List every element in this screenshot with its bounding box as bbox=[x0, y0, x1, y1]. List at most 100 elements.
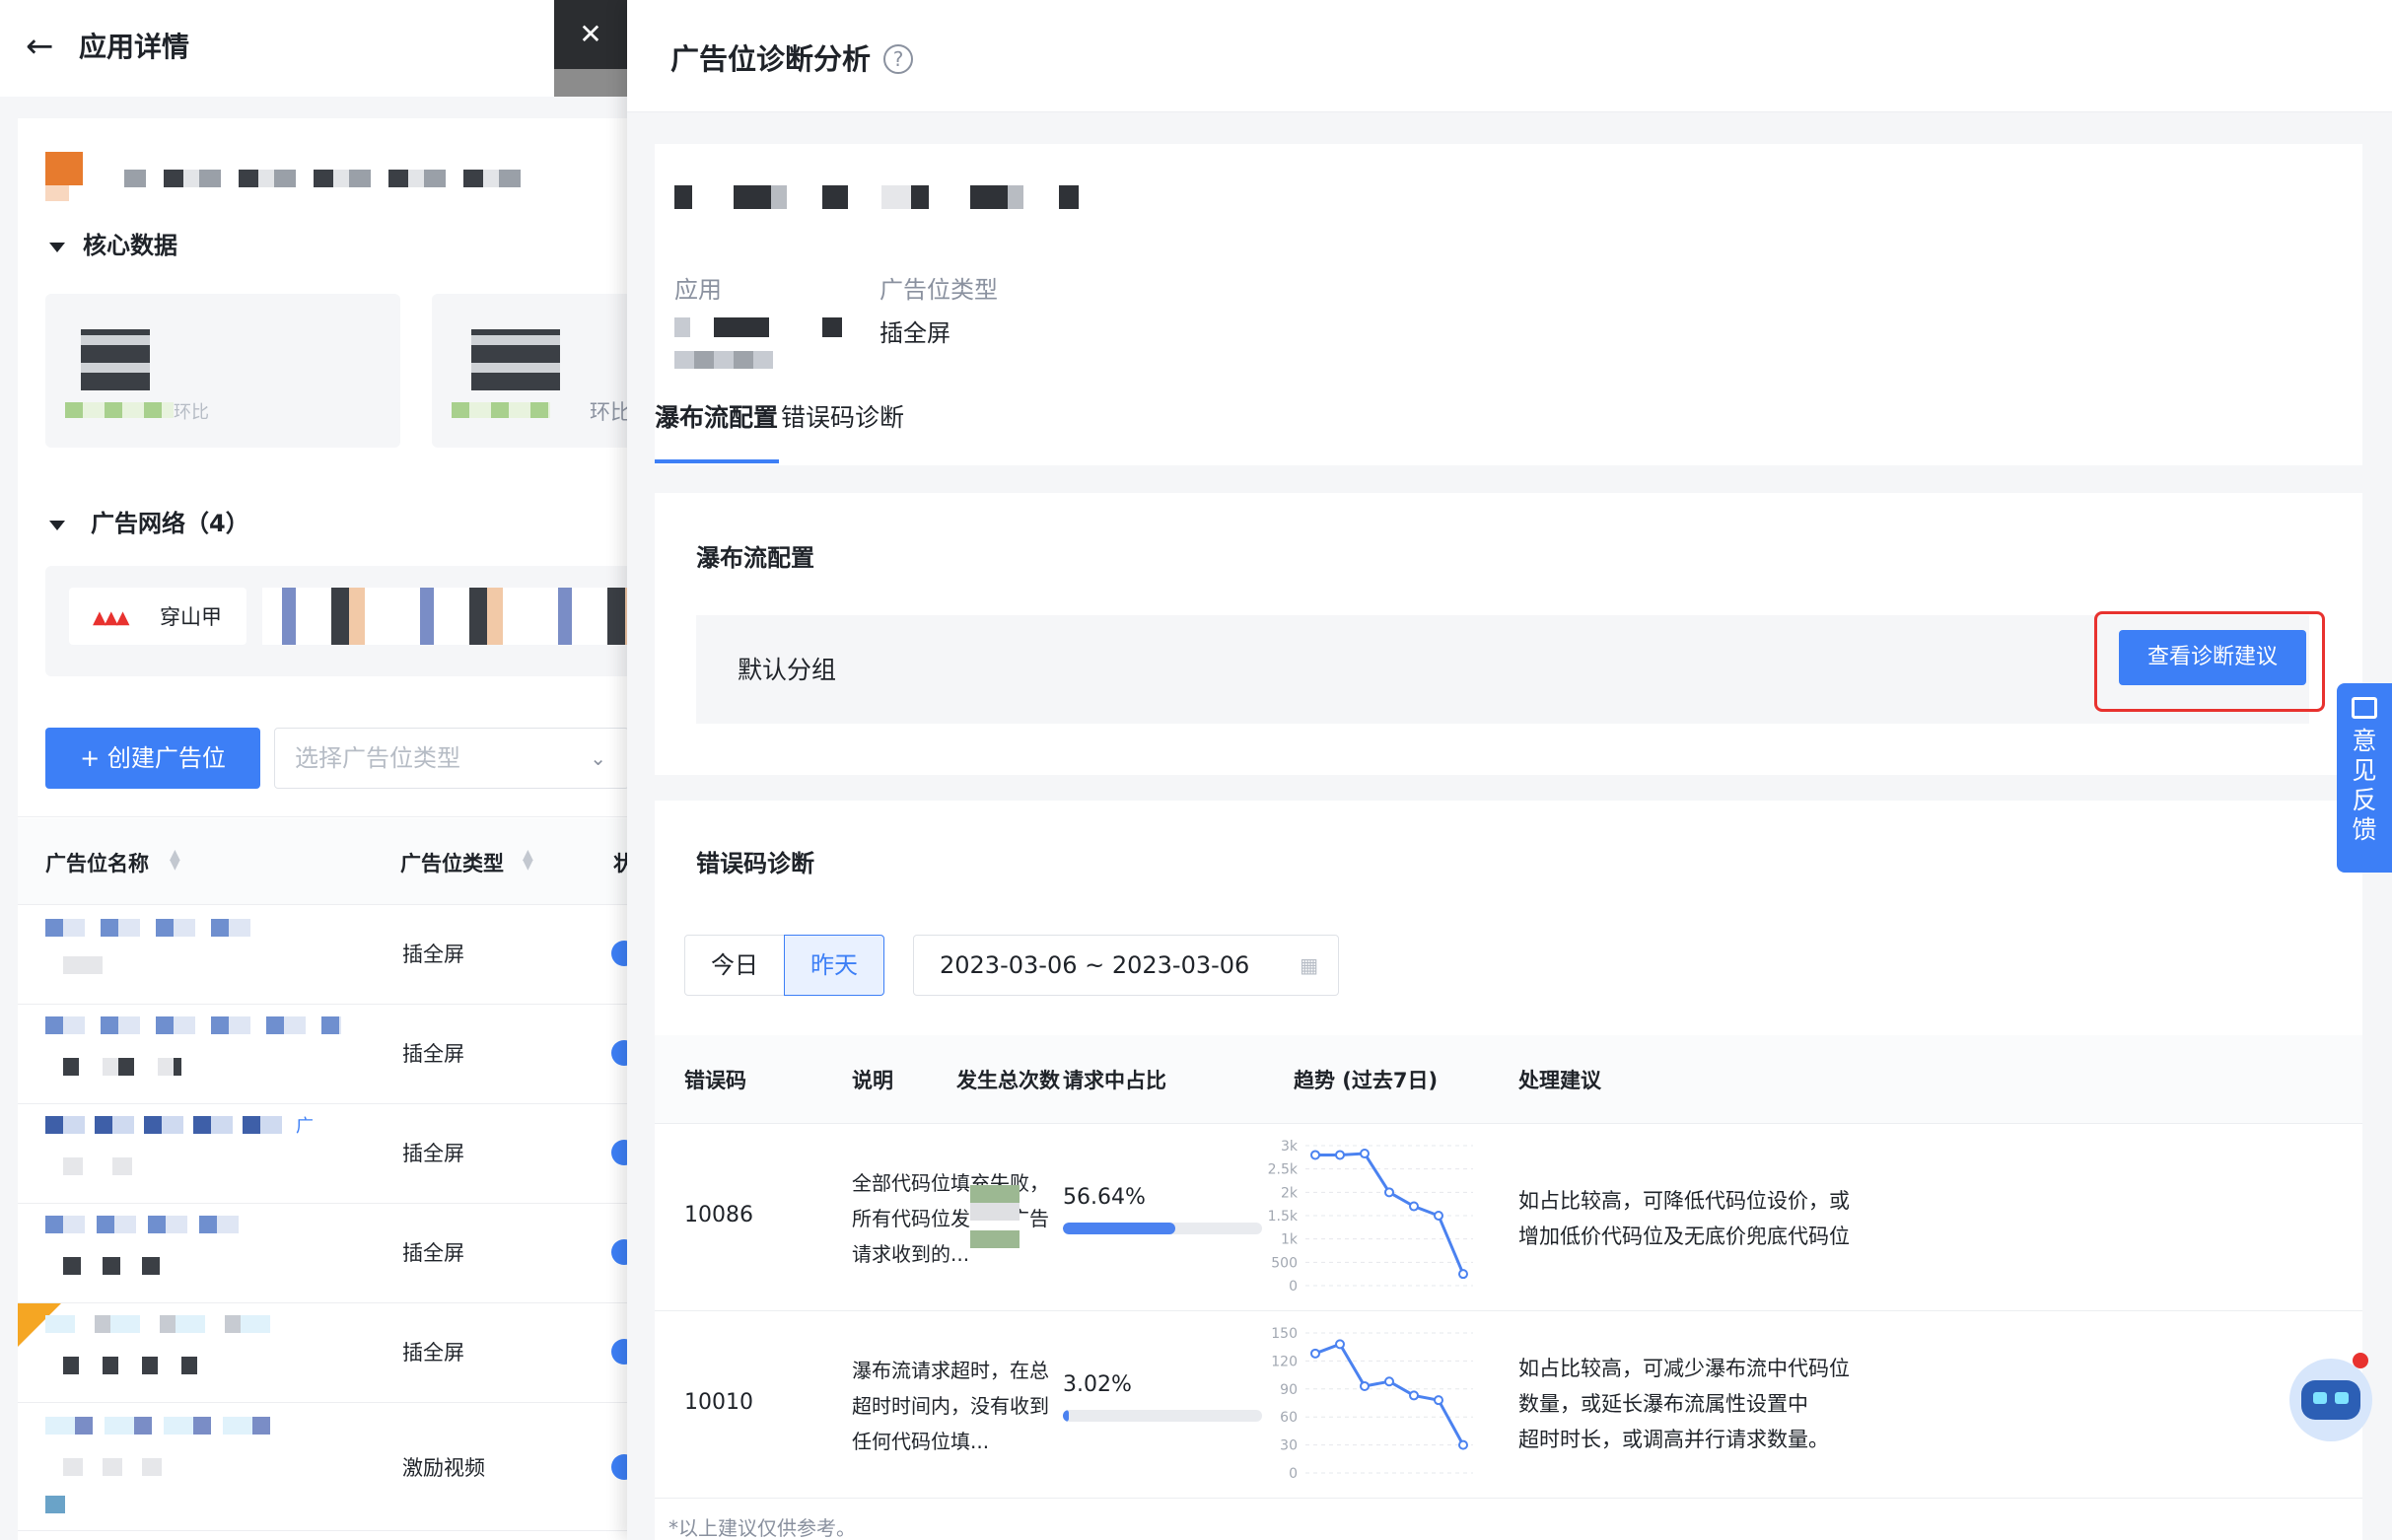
close-icon[interactable]: ✕ bbox=[554, 0, 627, 69]
feedback-label: 意见反馈 bbox=[2352, 727, 2377, 844]
app-name-redacted bbox=[124, 170, 538, 187]
ratio-label: 环比 bbox=[174, 402, 209, 423]
stat-card: 环比 bbox=[432, 294, 631, 448]
error-row: 10010 瀑布流请求超时，在总超时时间内，没有收到任何代码位填... 3.02… bbox=[655, 1311, 2362, 1499]
trend-line bbox=[1314, 1342, 1465, 1446]
trend-point bbox=[1335, 1150, 1345, 1160]
slot-type: 插全屏 bbox=[402, 1341, 464, 1365]
slot-type: 插全屏 bbox=[402, 1142, 464, 1165]
app-id-redacted bbox=[674, 351, 773, 369]
slot-id-redacted bbox=[63, 1157, 142, 1175]
error-desc: 瀑布流请求超时，在总超时时间内，没有收到任何代码位填... bbox=[852, 1359, 1049, 1453]
app-detail-header: ← 应用详情 bbox=[0, 0, 631, 97]
slot-type: 插全屏 bbox=[402, 943, 464, 966]
page-title: 应用详情 bbox=[79, 31, 190, 63]
table-row[interactable]: 广 插全屏 bbox=[18, 1104, 631, 1204]
chevron-down-icon: ⌄ bbox=[590, 746, 606, 770]
table-header: 广告位名称 ▲ ▼ 广告位类型 ▲ ▼ 状 bbox=[18, 818, 631, 905]
network-chips-redacted bbox=[262, 588, 631, 645]
app-detail-page: ← 应用详情 核心数据 环比 环比 广告网络（4） ▲▲▲ 穿山甲 + 创建广告… bbox=[0, 0, 631, 1540]
app-label: 应用 bbox=[674, 276, 722, 304]
feedback-button[interactable]: 意见反馈 bbox=[2337, 683, 2392, 873]
slot-id-redacted bbox=[63, 1257, 162, 1275]
error-code: 10086 bbox=[684, 1203, 753, 1227]
trend-point bbox=[1434, 1395, 1443, 1406]
slot-id-redacted bbox=[63, 956, 103, 974]
trend-tick-label: 1.5k bbox=[1268, 1209, 1299, 1225]
trend-tick-label: 30 bbox=[1280, 1438, 1298, 1454]
assistant-robot-icon[interactable] bbox=[2289, 1353, 2372, 1441]
tab-error-code[interactable]: 错误码诊断 bbox=[781, 402, 904, 434]
footnote: *以上建议仅供参考。 bbox=[668, 1516, 856, 1540]
slot-name-redacted bbox=[45, 1016, 341, 1034]
trend-sparkline: 150 120 90 60 30 0 bbox=[1271, 1326, 1473, 1482]
robot-eye bbox=[2313, 1392, 2327, 1404]
advice-line: 如占比较高，可减少瀑布流中代码位 bbox=[1518, 1357, 1850, 1380]
type-value: 插全屏 bbox=[879, 319, 950, 347]
ad-slot-type-select[interactable]: 选择广告位类型 ⌄ bbox=[274, 728, 629, 789]
calendar-icon: ▦ bbox=[1300, 953, 1318, 977]
pangle-logo-icon: ▲▲▲ bbox=[93, 607, 130, 628]
tab-waterfall[interactable]: 瀑布流配置 bbox=[655, 402, 778, 434]
trend-point bbox=[1360, 1380, 1370, 1391]
column-header-type[interactable]: 广告位类型 bbox=[400, 848, 504, 877]
col-code: 错误码 bbox=[684, 1069, 746, 1092]
stat-value-redacted bbox=[81, 329, 150, 390]
robot-eye bbox=[2335, 1392, 2349, 1404]
today-button[interactable]: 今日 bbox=[684, 935, 785, 996]
trend-point bbox=[1360, 1149, 1370, 1159]
date-range-value: 2023-03-06 ~ 2023-03-06 bbox=[940, 951, 1250, 979]
yesterday-button[interactable]: 昨天 bbox=[784, 935, 884, 996]
ad-slot-name-redacted bbox=[674, 185, 1079, 209]
sort-icon[interactable]: ▲ ▼ bbox=[523, 848, 533, 872]
advice-line: 超时时长，或调高并行请求数量。 bbox=[1518, 1428, 1829, 1451]
advice-line: 如占比较高，可降低代码位设价，或 bbox=[1518, 1189, 1850, 1213]
slot-type: 插全屏 bbox=[402, 1042, 464, 1066]
active-tab-indicator bbox=[655, 459, 779, 463]
ratio-bar bbox=[1063, 1410, 1262, 1422]
slot-name-redacted bbox=[45, 1417, 282, 1435]
table-row[interactable]: 插全屏 bbox=[18, 1303, 631, 1403]
select-placeholder: 选择广告位类型 bbox=[295, 744, 460, 772]
network-chip-pangle[interactable]: ▲▲▲ 穿山甲 bbox=[69, 588, 246, 645]
error-code-card: 错误码诊断 今日 昨天 2023-03-06 ~ 2023-03-06 ▦ 错误… bbox=[655, 801, 2362, 1540]
trend-tick-label: 120 bbox=[1271, 1354, 1298, 1369]
column-header-name[interactable]: 广告位名称 bbox=[45, 848, 149, 877]
trend-point bbox=[1458, 1439, 1468, 1450]
collapse-caret-icon[interactable] bbox=[49, 243, 65, 252]
app-logo-fragment bbox=[45, 185, 69, 201]
col-ratio: 请求中占比 bbox=[1063, 1069, 1166, 1092]
help-icon[interactable]: ? bbox=[883, 44, 913, 74]
trend-point bbox=[1335, 1339, 1345, 1350]
trend-point bbox=[1434, 1211, 1443, 1221]
trend-point bbox=[1458, 1269, 1468, 1280]
ratio-bar-fill bbox=[1063, 1410, 1070, 1422]
arrow-left-icon[interactable]: ← bbox=[26, 30, 54, 63]
table-row[interactable]: 插全屏 bbox=[18, 1005, 631, 1104]
col-advice: 处理建议 bbox=[1518, 1069, 1601, 1092]
date-range-picker[interactable]: 2023-03-06 ~ 2023-03-06 ▦ bbox=[913, 935, 1339, 996]
slot-id-redacted bbox=[63, 1058, 181, 1076]
ratio-text: 56.64% bbox=[1063, 1185, 1146, 1210]
ad-network-title: 广告网络（4） bbox=[91, 510, 249, 537]
group-row: 默认分组 bbox=[696, 615, 2309, 724]
table-row[interactable]: 插全屏 bbox=[18, 1204, 631, 1303]
table-row[interactable]: 插全屏 bbox=[18, 905, 631, 1005]
trend-tick-label: 90 bbox=[1280, 1382, 1298, 1398]
ratio-label: 环比 bbox=[590, 400, 631, 424]
sort-icon[interactable]: ▲ ▼ bbox=[170, 848, 180, 872]
ad-network-list: ▲▲▲ 穿山甲 bbox=[45, 566, 631, 676]
trend-tick-label: 150 bbox=[1271, 1326, 1298, 1342]
diagnosis-drawer: 广告位诊断分析 ? 应用 广告位类型 插全屏 瀑布流配置 错误码诊断 瀑布流配置… bbox=[627, 0, 2392, 1540]
group-name: 默认分组 bbox=[738, 656, 837, 684]
app-logo bbox=[45, 152, 83, 185]
table-row[interactable]: 激励视频 bbox=[18, 1403, 631, 1531]
divider bbox=[18, 816, 631, 817]
view-diagnosis-button[interactable]: 查看诊断建议 bbox=[2119, 630, 2306, 685]
trend-tick-label: 1k bbox=[1281, 1232, 1299, 1248]
col-desc: 说明 bbox=[852, 1069, 893, 1092]
collapse-caret-icon[interactable] bbox=[49, 521, 65, 530]
advice-line: 增加低价代码位及无底价兜底代码位 bbox=[1518, 1225, 1850, 1248]
create-ad-slot-button[interactable]: + 创建广告位 bbox=[45, 728, 260, 789]
ad-slot-info-card: 应用 广告位类型 插全屏 bbox=[655, 144, 2362, 377]
